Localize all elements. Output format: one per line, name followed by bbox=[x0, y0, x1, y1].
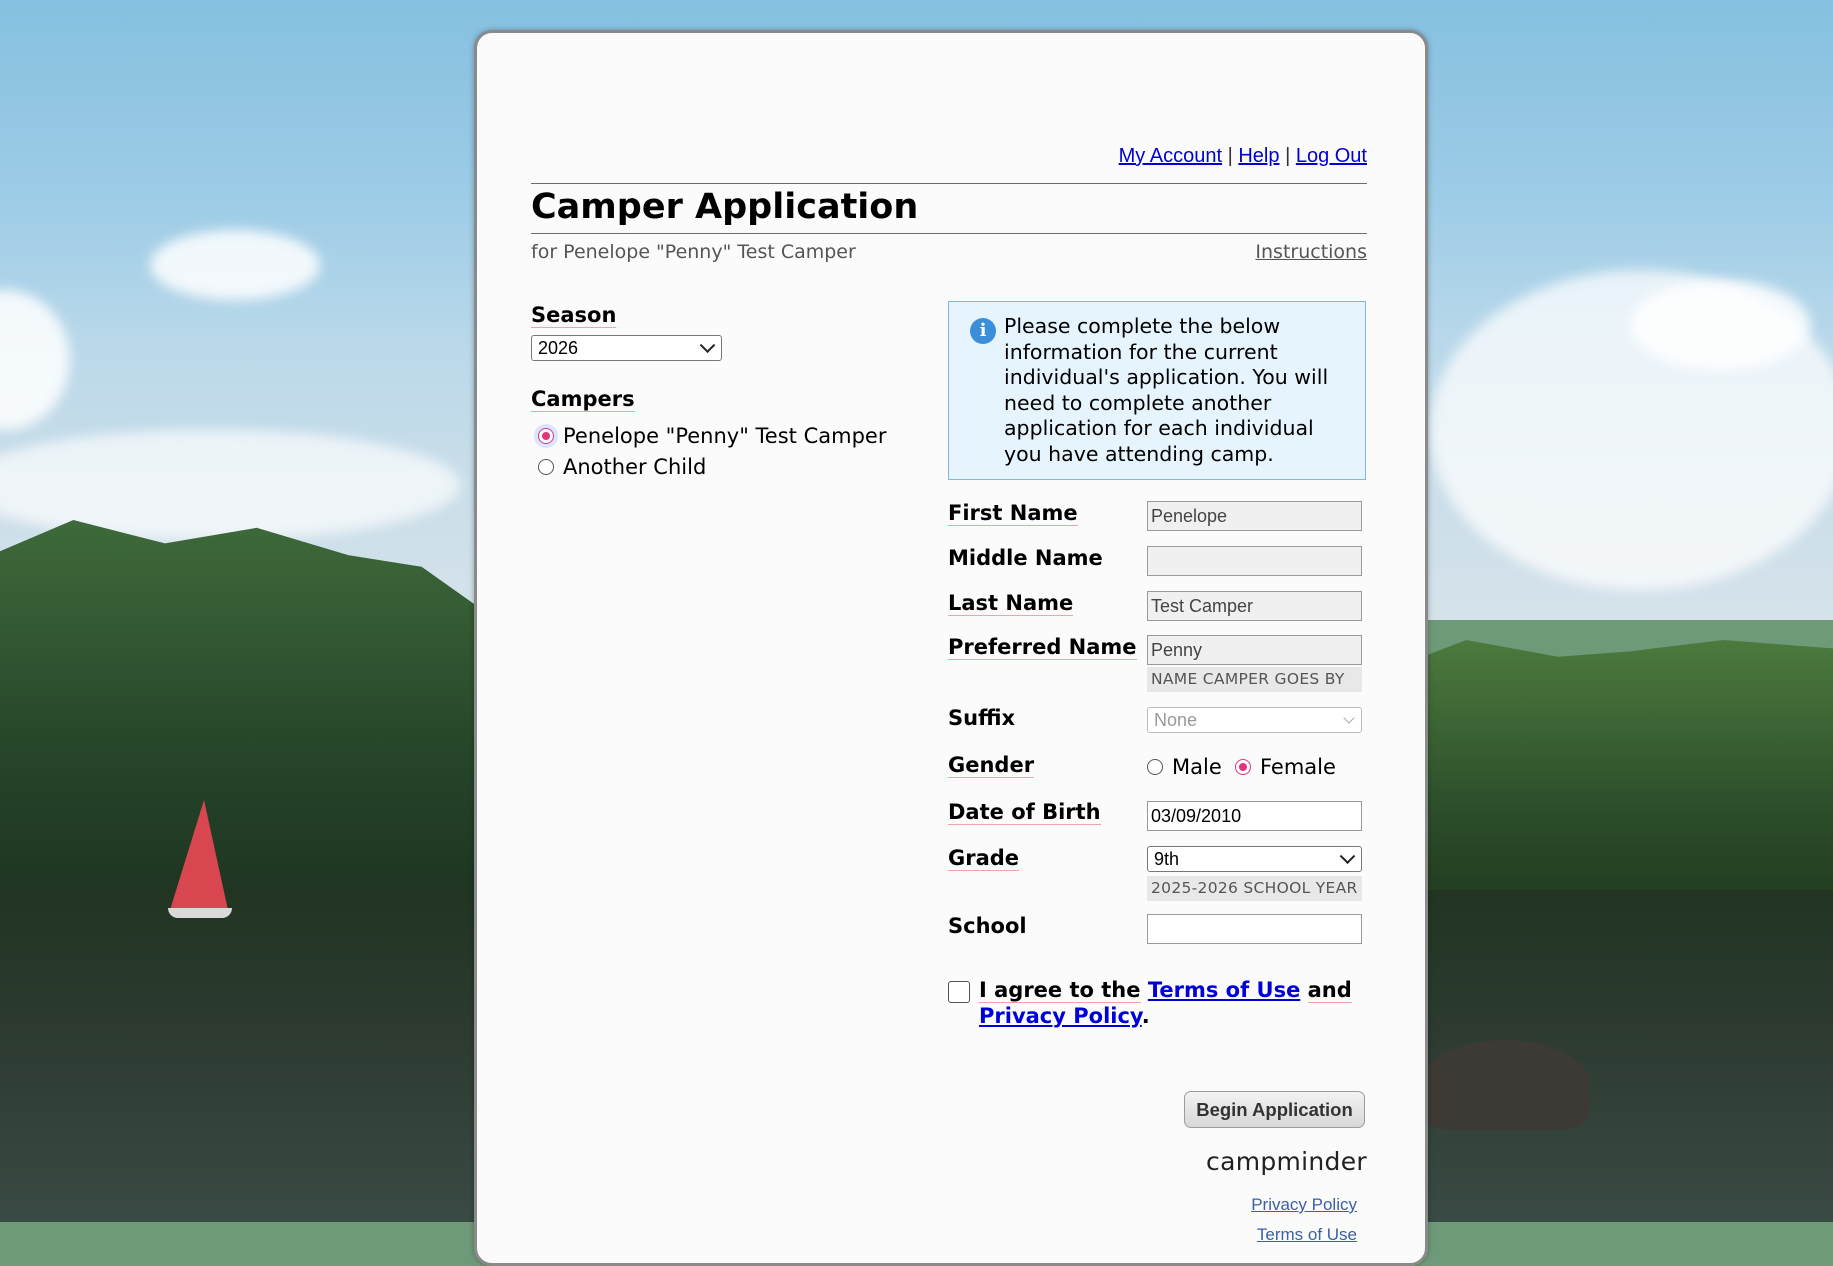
preferred-name-hint: NAME CAMPER GOES BY bbox=[1147, 667, 1362, 692]
school-label: School bbox=[948, 914, 1027, 938]
dob-label: Date of Birth bbox=[948, 800, 1101, 825]
account-nav: My Account | Help | Log Out bbox=[1119, 145, 1367, 168]
suffix-label: Suffix bbox=[948, 706, 1016, 730]
privacy-policy-link[interactable]: Privacy Policy bbox=[979, 1004, 1142, 1028]
camper-option-penelope[interactable]: Penelope "Penny" Test Camper bbox=[538, 424, 886, 448]
cloud bbox=[150, 230, 320, 300]
log-out-link[interactable]: Log Out bbox=[1296, 145, 1367, 167]
grade-label: Grade bbox=[948, 846, 1020, 871]
middle-name-label: Middle Name bbox=[948, 546, 1103, 570]
season-select[interactable]: 2026 bbox=[531, 335, 722, 361]
campers-label: Campers bbox=[531, 387, 635, 412]
dob-field[interactable]: 03/09/2010 bbox=[1147, 801, 1362, 831]
application-panel: My Account | Help | Log Out Camper Appli… bbox=[474, 30, 1428, 1266]
suffix-select[interactable]: None bbox=[1147, 707, 1362, 733]
chevron-down-icon bbox=[699, 337, 716, 354]
sailboat bbox=[170, 800, 228, 910]
gender-option-label: Male bbox=[1172, 755, 1222, 779]
school-field[interactable] bbox=[1147, 914, 1362, 944]
instructions-link[interactable]: Instructions bbox=[1255, 241, 1367, 263]
camper-radio[interactable] bbox=[538, 428, 554, 444]
gender-label: Gender bbox=[948, 753, 1035, 778]
terms-of-use-link[interactable]: Terms of Use bbox=[1148, 978, 1301, 1002]
season-value: 2026 bbox=[538, 338, 579, 358]
agree-period: . bbox=[1141, 1004, 1150, 1028]
season-label: Season bbox=[531, 303, 617, 328]
camper-option-label: Penelope "Penny" Test Camper bbox=[563, 424, 887, 448]
gender-radio-male[interactable] bbox=[1147, 759, 1163, 775]
page-title: Camper Application bbox=[531, 187, 919, 227]
agree-and: and bbox=[1307, 978, 1352, 1003]
chevron-down-icon bbox=[1343, 712, 1355, 724]
divider bbox=[531, 233, 1367, 234]
nav-separator: | bbox=[1227, 145, 1233, 167]
grade-select[interactable]: 9th bbox=[1147, 846, 1362, 872]
begin-application-button[interactable]: Begin Application bbox=[1184, 1091, 1365, 1128]
info-text: Please complete the below information fo… bbox=[1004, 314, 1329, 466]
middle-name-field[interactable] bbox=[1147, 546, 1362, 576]
camper-option-another-child[interactable]: Another Child bbox=[538, 455, 706, 479]
footer-terms-link[interactable]: Terms of Use bbox=[1257, 1225, 1357, 1245]
first-name-label: First Name bbox=[948, 501, 1078, 526]
camper-option-label: Another Child bbox=[563, 455, 707, 479]
help-link[interactable]: Help bbox=[1238, 145, 1279, 167]
preferred-name-label: Preferred Name bbox=[948, 635, 1137, 660]
nav-separator: | bbox=[1285, 145, 1291, 167]
footer-privacy-link[interactable]: Privacy Policy bbox=[1251, 1195, 1357, 1215]
cloud bbox=[1630, 280, 1810, 370]
first-name-field[interactable]: Penelope bbox=[1147, 501, 1362, 531]
sailboat-hull bbox=[168, 908, 232, 918]
last-name-field[interactable]: Test Camper bbox=[1147, 591, 1362, 621]
preferred-name-field[interactable]: Penny bbox=[1147, 635, 1362, 665]
gender-option-male[interactable]: Male bbox=[1147, 755, 1222, 779]
divider bbox=[531, 183, 1367, 184]
rock bbox=[1420, 1040, 1590, 1130]
grade-hint: 2025-2026 SCHOOL YEAR bbox=[1147, 876, 1362, 901]
last-name-label: Last Name bbox=[948, 591, 1074, 616]
gender-option-female[interactable]: Female bbox=[1235, 755, 1336, 779]
chevron-down-icon bbox=[1339, 848, 1356, 865]
campminder-logo: campminder bbox=[1206, 1147, 1367, 1176]
my-account-link[interactable]: My Account bbox=[1119, 145, 1222, 167]
agree-checkbox[interactable] bbox=[948, 981, 970, 1003]
page-subtitle: for Penelope "Penny" Test Camper bbox=[531, 241, 856, 263]
info-box: i Please complete the below information … bbox=[948, 301, 1366, 480]
suffix-value: None bbox=[1154, 710, 1198, 730]
agree-text: I agree to the Terms of Use and Privacy … bbox=[979, 977, 1369, 1029]
gender-option-label: Female bbox=[1260, 755, 1336, 779]
camper-radio[interactable] bbox=[538, 459, 554, 475]
gender-radio-female[interactable] bbox=[1235, 759, 1251, 775]
agree-prefix: I agree to the bbox=[979, 978, 1141, 1003]
grade-value: 9th bbox=[1154, 849, 1180, 869]
info-icon: i bbox=[970, 318, 996, 344]
